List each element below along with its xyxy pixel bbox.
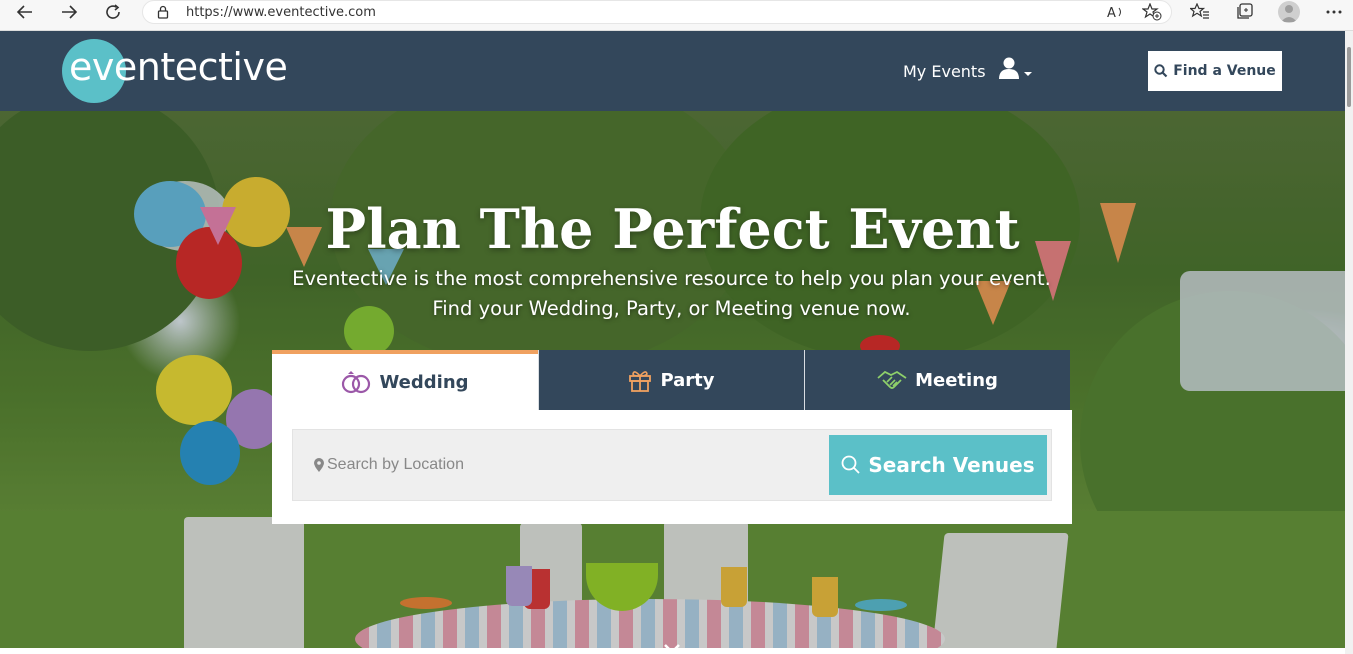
search-icon <box>1154 64 1168 78</box>
hero-title: Plan The Perfect Event <box>325 197 1020 261</box>
read-aloud-icon[interactable]: A <box>1102 0 1130 24</box>
my-events-link[interactable]: My Events <box>903 62 986 81</box>
user-menu[interactable] <box>998 57 1038 83</box>
search-venues-label: Search Venues <box>868 453 1035 477</box>
back-arrow-icon[interactable] <box>10 0 40 24</box>
address-bar[interactable]: https://www.eventective.com <box>142 0 1172 24</box>
tab-label: Wedding <box>379 371 469 393</box>
tab-label: Meeting <box>915 369 998 391</box>
handshake-icon <box>877 368 907 392</box>
gift-icon <box>628 368 652 392</box>
collections-icon[interactable] <box>1230 0 1258 24</box>
scrollbar-thumb[interactable] <box>1347 47 1351 107</box>
search-icon <box>841 455 860 474</box>
location-search-input[interactable] <box>293 430 827 500</box>
page-bottom <box>0 648 1345 654</box>
search-form: Search Venues <box>272 410 1072 524</box>
tab-party[interactable]: Party <box>538 350 804 410</box>
tab-meeting[interactable]: Meeting <box>804 350 1070 410</box>
add-favorite-icon[interactable] <box>1138 0 1166 24</box>
profile-icon[interactable] <box>1278 1 1300 23</box>
refresh-icon[interactable] <box>98 0 128 24</box>
hero-subtitle-line1: Eventective is the most comprehensive re… <box>292 267 1051 290</box>
svg-text:A: A <box>1107 6 1116 19</box>
scrollbar[interactable] <box>1345 31 1353 654</box>
forward-arrow-icon[interactable] <box>54 0 84 24</box>
event-type-tabs: Wedding Party Meeting <box>272 350 1072 410</box>
more-icon[interactable] <box>1320 0 1348 24</box>
tab-label: Party <box>660 369 715 391</box>
chevron-down-icon[interactable] <box>663 641 681 648</box>
logo-text: eventective <box>69 45 288 89</box>
venue-search-panel: Wedding Party Meeting Search Venues <box>272 350 1072 524</box>
url-text: https://www.eventective.com <box>186 5 376 20</box>
hero-subtitle-line2: Find your Wedding, Party, or Meeting ven… <box>432 297 911 320</box>
search-row: Search Venues <box>292 429 1052 501</box>
tab-wedding[interactable]: Wedding <box>272 350 538 410</box>
rings-icon <box>341 370 371 394</box>
find-venue-button[interactable]: Find a Venue <box>1148 51 1282 91</box>
search-venues-button[interactable]: Search Venues <box>829 435 1047 495</box>
find-venue-label: Find a Venue <box>1173 63 1276 79</box>
site-header: eventective My Events Find a Venue <box>0 31 1345 111</box>
user-icon <box>999 57 1032 79</box>
lock-icon <box>157 5 169 24</box>
browser-toolbar: https://www.eventective.com A <box>0 0 1353 31</box>
favorites-icon[interactable] <box>1186 0 1214 24</box>
